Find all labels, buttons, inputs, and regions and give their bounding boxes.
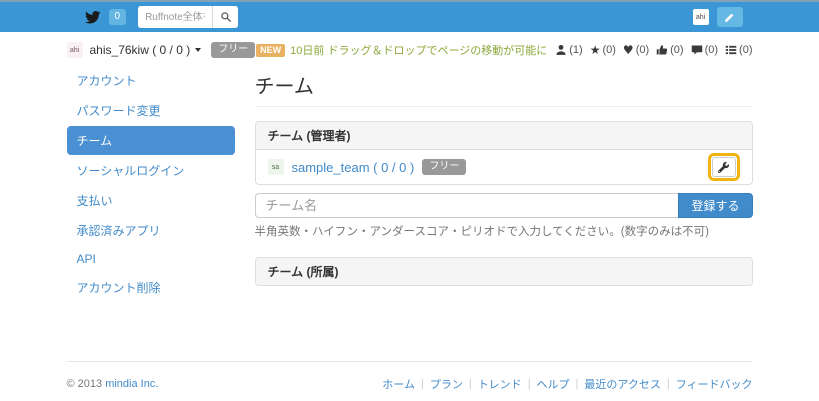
sidebar-item-delete-account[interactable]: アカウント削除 bbox=[67, 273, 235, 302]
footer-link-trend[interactable]: トレンド bbox=[478, 376, 522, 392]
separator: | bbox=[570, 378, 585, 390]
page-title: チーム bbox=[255, 66, 753, 107]
userbar: ahi ahis_76kiw ( 0 / 0 ) フリー NEW 10日前 ドラ… bbox=[67, 40, 753, 60]
footer: © 2013 mindia Inc. ホーム| プラン| トレンド| ヘルプ| … bbox=[67, 376, 753, 392]
team-link[interactable]: sample_team ( 0 / 0 ) bbox=[292, 160, 415, 175]
wrench-icon bbox=[718, 162, 729, 173]
stat-count: (0) bbox=[602, 44, 615, 56]
team-plan-badge: フリー bbox=[422, 159, 466, 175]
footer-links: ホーム| プラン| トレンド| ヘルプ| 最近のアクセス| フィードバック bbox=[382, 376, 752, 392]
caret-down-icon bbox=[195, 48, 201, 52]
footer-divider bbox=[67, 361, 753, 362]
stat-count: (0) bbox=[670, 44, 683, 56]
company-link[interactable]: mindia Inc. bbox=[105, 378, 158, 390]
sidebar-item-payment[interactable]: 支払い bbox=[67, 186, 235, 215]
team-row: sa sample_team ( 0 / 0 ) フリー bbox=[256, 150, 752, 184]
team-name-input[interactable] bbox=[255, 193, 679, 218]
list-icon bbox=[725, 44, 737, 56]
team-settings-button[interactable] bbox=[712, 157, 736, 177]
thumbs-up-icon bbox=[656, 44, 668, 56]
new-badge: NEW bbox=[256, 44, 285, 57]
comment-icon bbox=[691, 44, 703, 56]
stat-count: (1) bbox=[569, 44, 582, 56]
settings-sidebar: アカウント パスワード変更 チーム ソーシャルログイン 支払い 承認済みアプリ … bbox=[67, 66, 235, 303]
star-icon: ★ bbox=[590, 44, 601, 56]
username-label: ahis_76kiw ( 0 / 0 ) bbox=[90, 43, 191, 57]
heart-icon: ♥ bbox=[623, 44, 634, 56]
topbar: 0 ahi bbox=[0, 0, 819, 32]
register-button[interactable]: 登録する bbox=[678, 193, 752, 218]
create-team-form: 登録する bbox=[255, 193, 753, 218]
bird-logo-icon[interactable] bbox=[83, 9, 103, 25]
separator: | bbox=[463, 378, 478, 390]
footer-link-recent-access[interactable]: 最近のアクセス bbox=[584, 376, 660, 392]
sidebar-item-team[interactable]: チーム bbox=[67, 126, 235, 155]
admin-panel-title: チーム (管理者) bbox=[256, 122, 752, 150]
comments-stat[interactable]: (0) bbox=[691, 44, 718, 56]
admin-team-panel: チーム (管理者) sa sample_team ( 0 / 0 ) フリー bbox=[255, 121, 753, 185]
separator: | bbox=[522, 378, 537, 390]
user-avatar[interactable]: ahi bbox=[67, 42, 83, 58]
plan-badge: フリー bbox=[211, 42, 255, 58]
footer-link-plan[interactable]: プラン bbox=[430, 376, 463, 392]
sidebar-item-social-login[interactable]: ソーシャルログイン bbox=[67, 156, 235, 185]
search-button[interactable] bbox=[212, 6, 238, 28]
highlight-annotation bbox=[708, 153, 740, 181]
topbar-avatar[interactable]: ahi bbox=[693, 9, 709, 25]
pencil-icon bbox=[724, 12, 735, 23]
separator: | bbox=[661, 378, 676, 390]
likes-stat[interactable]: ♥ (0) bbox=[623, 44, 649, 56]
news-text[interactable]: 10日前 ドラッグ＆ドロップでページの移動が可能に bbox=[290, 42, 547, 58]
member-panel-title: チーム (所属) bbox=[256, 258, 752, 285]
footer-link-home[interactable]: ホーム bbox=[382, 376, 415, 392]
followers-stat[interactable]: (1) bbox=[555, 44, 582, 56]
user-stats: (1) ★ (0) ♥ (0) (0) bbox=[555, 44, 752, 56]
copyright-year: © 2013 bbox=[67, 378, 103, 390]
footer-link-help[interactable]: ヘルプ bbox=[537, 376, 570, 392]
stat-count: (0) bbox=[636, 44, 649, 56]
stat-count: (0) bbox=[739, 44, 752, 56]
copyright: © 2013 mindia Inc. bbox=[67, 378, 159, 390]
team-name-help-text: 半角英数・ハイフン・アンダースコア・ピリオドで入力してください。(数字のみは不可… bbox=[255, 223, 753, 239]
page: 0 ahi a bbox=[0, 0, 819, 401]
sidebar-item-approved-apps[interactable]: 承認済みアプリ bbox=[67, 216, 235, 245]
user-icon bbox=[555, 44, 567, 56]
notification-count-badge[interactable]: 0 bbox=[109, 9, 127, 25]
sidebar-item-api[interactable]: API bbox=[67, 246, 235, 272]
thumbs-up-stat[interactable]: (0) bbox=[656, 44, 683, 56]
user-dropdown[interactable]: ahis_76kiw ( 0 / 0 ) bbox=[90, 43, 202, 57]
team-avatar[interactable]: sa bbox=[268, 159, 284, 175]
separator: | bbox=[415, 378, 430, 390]
new-page-button[interactable] bbox=[717, 7, 743, 27]
pages-stat[interactable]: (0) bbox=[725, 44, 752, 56]
stars-stat[interactable]: ★ (0) bbox=[590, 44, 616, 56]
footer-link-feedback[interactable]: フィードバック bbox=[676, 376, 753, 392]
sidebar-item-account[interactable]: アカウント bbox=[67, 66, 235, 95]
search-input[interactable] bbox=[138, 6, 212, 28]
sidebar-item-password-change[interactable]: パスワード変更 bbox=[67, 96, 235, 125]
search-icon bbox=[220, 11, 232, 23]
global-search bbox=[138, 6, 238, 28]
member-team-panel: チーム (所属) bbox=[255, 257, 753, 286]
stat-count: (0) bbox=[705, 44, 718, 56]
